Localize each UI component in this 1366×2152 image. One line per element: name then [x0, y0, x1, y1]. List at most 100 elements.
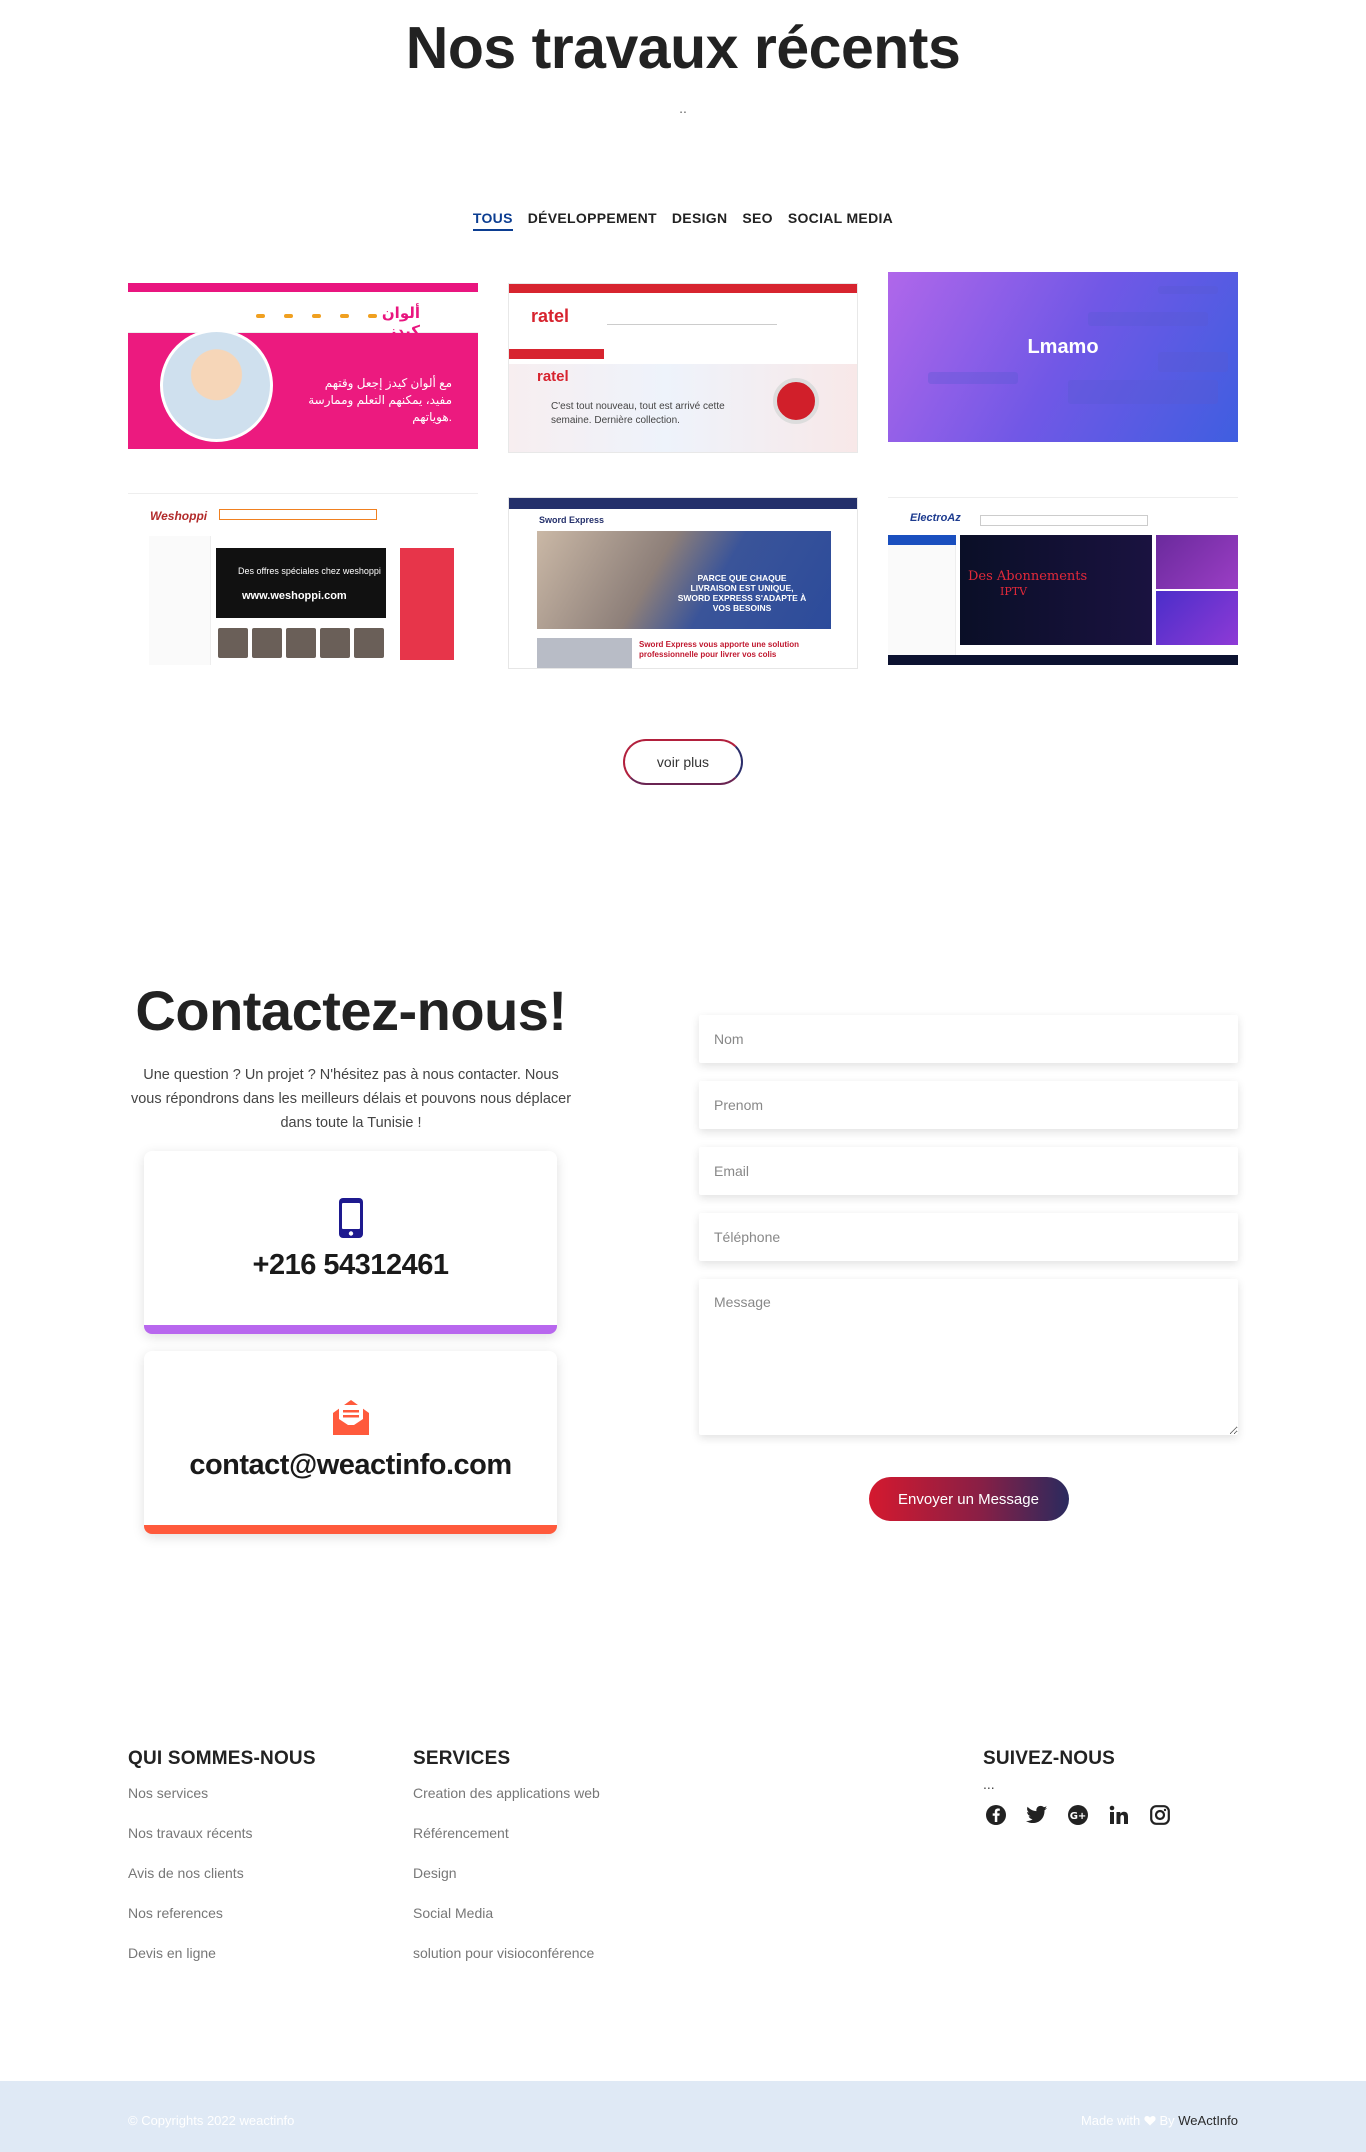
site-search-bar [219, 509, 377, 520]
product-thumb [286, 628, 316, 658]
portfolio-title: Nos travaux récents [405, 15, 961, 81]
sub-text: Sword Express vous apporte une solution … [639, 640, 800, 659]
electroaz-logo: ElectroAz [910, 512, 961, 524]
project-card-sword-express[interactable]: Sword Express PARCE QUE CHAQUE LIVRAISON… [508, 497, 858, 669]
copyright-text: © Copyrights 2022 weactinfo [128, 2113, 295, 2128]
footer-follow: SUIVEZ-NOUS ... G+ [983, 1748, 1173, 1828]
site-banner: Des offres spéciales chez weshoppi www.w… [216, 548, 386, 618]
social-links: G+ [983, 1802, 1173, 1828]
footer-link-avis-clients[interactable]: Avis de nos clients [128, 1864, 316, 1882]
hero-text: C'est tout nouveau, tout est arrivé cett… [551, 401, 725, 426]
footer-follow-heading: SUIVEZ-NOUS [983, 1748, 1116, 1769]
contact-title: Contactez-nous! [135, 979, 567, 1042]
filter-tab-social-media[interactable]: SOCIAL MEDIA [788, 210, 893, 231]
phone-number[interactable]: +216 54312461 [144, 1249, 557, 1282]
smartphone-icon [144, 1197, 557, 1244]
email-field[interactable] [699, 1147, 1238, 1195]
project-card-weshoppi[interactable]: Weshoppi Des offres spéciales chez wesho… [128, 493, 478, 665]
linkedin-icon[interactable] [1106, 1802, 1132, 1828]
email-card: contact@weactinfo.com [144, 1351, 557, 1534]
heart-icon [1144, 2113, 1160, 2128]
banner-line-1: Des Abonnements [968, 569, 1088, 584]
categories-sidebar [149, 536, 211, 665]
telephone-field[interactable] [699, 1213, 1238, 1261]
phone-card: +216 54312461 [144, 1151, 557, 1334]
site-search-bar [607, 313, 777, 325]
instagram-icon[interactable] [1147, 1802, 1173, 1828]
footer-link-nos-travaux[interactable]: Nos travaux récents [128, 1824, 316, 1842]
site-hero: PARCE QUE CHAQUE LIVRAISON EST UNIQUE, S… [537, 531, 831, 629]
project-card-lmamo[interactable]: Lmamo [888, 272, 1238, 442]
twitter-icon[interactable] [1024, 1802, 1050, 1828]
facebook-icon[interactable] [983, 1802, 1009, 1828]
footer-about-heading: QUI SOMMES-NOUS [128, 1748, 316, 1769]
categories-header [888, 535, 956, 545]
footer-services: SERVICES Creation des applications web R… [413, 1748, 600, 1984]
watch-image [773, 378, 819, 424]
promo-block [396, 544, 458, 664]
send-message-button[interactable]: Envoyer un Message [868, 1477, 1069, 1521]
site-hero: ratel C'est tout nouveau, tout est arriv… [509, 364, 857, 452]
project-card-alwen-kids[interactable]: ألوان كيدز مع ألوان كيدز إجعل وقتهم مفيد… [128, 283, 478, 449]
product-thumb [320, 628, 350, 658]
hero-text: مع ألوان كيدز إجعل وقتهم مفيد، يمكنهم ال… [308, 376, 452, 424]
ratel-logo: ratel [537, 368, 569, 385]
side-ad [1156, 591, 1238, 645]
hero-text: PARCE QUE CHAQUE LIVRAISON EST UNIQUE, S… [677, 573, 807, 613]
footer-link-visioconference[interactable]: solution pour visioconférence [413, 1944, 600, 1962]
filter-tab-design[interactable]: DESIGN [672, 210, 727, 231]
email-address[interactable]: contact@weactinfo.com [144, 1449, 557, 1482]
portfolio-filters: TOUS DÉVELOPPEMENT DESIGN SEO SOCIAL MED… [0, 210, 1366, 231]
site-bottom-bar [888, 655, 1238, 665]
product-thumb [354, 628, 384, 658]
footer-link-nos-services[interactable]: Nos services [128, 1784, 316, 1802]
categories-sidebar [888, 545, 956, 655]
project-card-ratel[interactable]: ratel ratel C'est tout nouveau, tout est… [508, 283, 858, 453]
project-card-electroaz[interactable]: ElectroAz Des Abonnements IPTV [888, 497, 1238, 665]
project-name: Lmamo [1027, 336, 1099, 358]
footer-link-referencement[interactable]: Référencement [413, 1824, 600, 1842]
footer-link-creation-apps[interactable]: Creation des applications web [413, 1784, 600, 1802]
site-hero: مع ألوان كيدز إجعل وقتهم مفيد، يمكنهم ال… [128, 329, 478, 449]
footer-link-design[interactable]: Design [413, 1864, 600, 1882]
product-thumb [252, 628, 282, 658]
footer-link-devis[interactable]: Devis en ligne [128, 1944, 316, 1962]
filter-tab-developpement[interactable]: DÉVELOPPEMENT [528, 210, 657, 231]
side-ad [1156, 535, 1238, 589]
sword-express-logo: Sword Express [539, 515, 605, 525]
banner-line-2: IPTV [1000, 585, 1028, 598]
filter-tab-tous[interactable]: TOUS [472, 210, 513, 231]
made-with-text: Made with By WeActInfo [1081, 2113, 1238, 2128]
footer-services-heading: SERVICES [413, 1748, 511, 1769]
footer-about: QUI SOMMES-NOUS Nos services Nos travaux… [128, 1748, 316, 1984]
nom-field[interactable] [699, 1015, 1238, 1063]
brand-link[interactable]: WeActInfo [1178, 2113, 1238, 2128]
ratel-logo: ratel [531, 306, 570, 326]
made-with-label: Made with [1080, 2113, 1141, 2128]
site-nav: ألوان كيدز [128, 292, 478, 340]
title-dots: .. [679, 100, 687, 116]
message-field[interactable] [699, 1279, 1238, 1435]
delivery-van-image [537, 638, 632, 668]
banner-line-1: Des offres spéciales chez weshoppi [238, 566, 381, 576]
footer-bottom-bar: © Copyrights 2022 weactinfo Made with By… [0, 2081, 1366, 2152]
product-thumb [218, 628, 248, 658]
follow-dots: ... [983, 1776, 995, 1792]
contact-description: Une question ? Un projet ? N'hésitez pas… [130, 1067, 572, 1131]
categories-button [509, 349, 604, 359]
prenom-field[interactable] [699, 1081, 1238, 1129]
svg-text:G+: G+ [1070, 1811, 1087, 1822]
child-photo [160, 329, 273, 442]
voir-plus-button[interactable]: voir plus [623, 739, 743, 785]
footer-link-social-media[interactable]: Social Media [413, 1904, 600, 1922]
site-topbar [509, 498, 857, 509]
by-label: By [1159, 2113, 1175, 2128]
weshoppi-logo: Weshoppi [150, 509, 208, 523]
site-banner: Des Abonnements IPTV [960, 535, 1152, 645]
footer-link-nos-references[interactable]: Nos references [128, 1904, 316, 1922]
filter-tab-seo[interactable]: SEO [742, 210, 772, 231]
mail-envelope-icon [144, 1397, 557, 1444]
site-topbar [509, 284, 857, 293]
google-plus-icon[interactable]: G+ [1065, 1802, 1091, 1828]
site-search-bar [980, 515, 1148, 526]
